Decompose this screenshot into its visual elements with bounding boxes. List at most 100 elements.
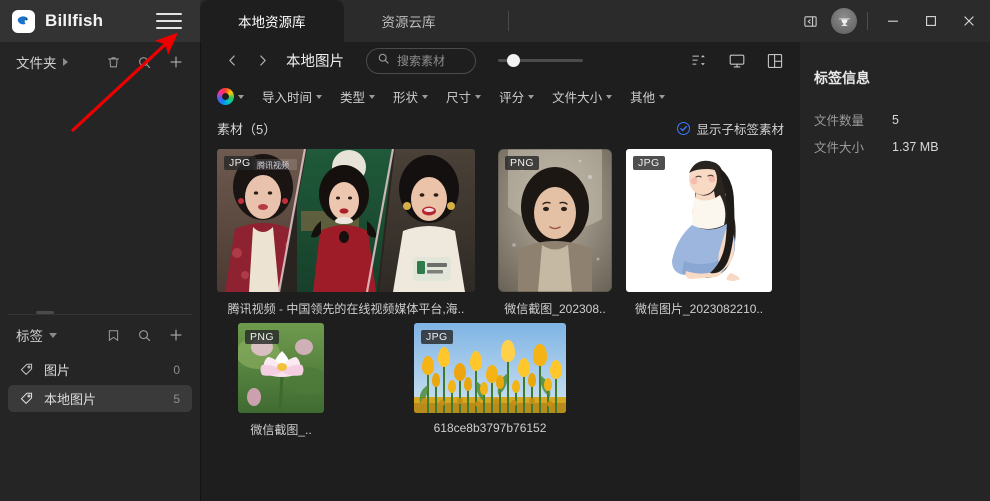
info-panel-title: 标签信息 <box>814 70 870 86</box>
search-icon[interactable] <box>136 327 153 344</box>
tag-icon <box>18 390 35 407</box>
asset-caption: 微信截图_202308.. <box>504 302 606 316</box>
title-bar: Billfish 本地资源库 资源云库 <box>0 0 990 42</box>
chevron-left-icon[interactable] <box>217 47 247 75</box>
asset-thumbnail[interactable]: PNG <box>498 149 612 292</box>
asset-thumbnail[interactable]: JPG <box>217 149 475 292</box>
plus-icon[interactable] <box>167 54 184 71</box>
maximize-button[interactable] <box>912 0 950 42</box>
tab-cloud-library[interactable]: 资源云库 <box>344 0 474 42</box>
display-mode-icon[interactable] <box>726 50 748 72</box>
asset-item[interactable]: JPG <box>361 323 619 438</box>
tags-title: 标签 <box>16 329 43 344</box>
filter-label: 文件大小 <box>552 90 603 105</box>
asset-caption: 618ce8b3797b76152 <box>433 421 547 435</box>
search-box[interactable] <box>366 47 476 74</box>
close-button[interactable] <box>950 0 988 42</box>
asset-thumbnail[interactable]: JPG <box>626 149 772 292</box>
minimize-button[interactable] <box>874 0 912 42</box>
thumbnail-image <box>626 149 772 292</box>
search-input[interactable] <box>397 53 465 68</box>
sidebar-tag-local-pictures[interactable]: 本地图片 5 <box>8 385 192 412</box>
show-subtag-assets-toggle[interactable]: 显示子标签素材 <box>677 119 784 138</box>
main-toolbar: 本地图片 <box>201 42 800 79</box>
tab-bar: 本地资源库 资源云库 <box>200 0 513 42</box>
asset-count-bar: 素材（5） 显示子标签素材 <box>201 113 800 143</box>
caret-down-icon[interactable] <box>49 332 57 338</box>
format-badge: PNG <box>245 330 279 344</box>
folder-tree[interactable] <box>0 82 200 314</box>
tag-count: 5 <box>173 391 180 406</box>
tag-count: 0 <box>173 362 180 377</box>
info-value: 5 <box>892 112 899 127</box>
trash-icon[interactable] <box>105 54 122 71</box>
filter-label: 评分 <box>499 90 525 105</box>
sidebar-divider <box>8 311 192 315</box>
thumbnail-image <box>498 149 612 292</box>
asset-item[interactable]: PNG <box>217 323 345 438</box>
filter-label: 导入时间 <box>262 90 313 105</box>
breadcrumb: 本地图片 <box>286 54 344 70</box>
filter-file-size[interactable]: 文件大小 <box>543 84 621 108</box>
slider-knob[interactable] <box>507 54 520 67</box>
svg-text:腾讯视频: 腾讯视频 <box>257 160 289 170</box>
hamburger-menu-icon[interactable] <box>156 8 182 34</box>
thumbnail-image: 腾讯视频 <box>217 149 475 292</box>
asset-grid-row: JPG 腾讯视频 腾讯视频 - 中国领先的在线视频媒体平台,海.. PNG 微信… <box>217 149 784 317</box>
asset-thumbnail[interactable]: PNG <box>238 323 324 413</box>
filter-other[interactable]: 其他 <box>621 84 674 108</box>
tag-icon <box>18 361 35 378</box>
plus-icon[interactable] <box>167 327 184 344</box>
bookmark-icon[interactable] <box>105 327 122 344</box>
chevron-down-icon <box>316 95 323 99</box>
grid-layout-icon[interactable] <box>764 50 786 72</box>
sidebar: 文件夹 标签 图片 0 本地图片 5 <box>0 42 200 501</box>
sidebar-tag-pictures[interactable]: 图片 0 <box>8 356 192 383</box>
chevron-down-icon <box>238 95 244 99</box>
format-badge: JPG <box>224 156 256 170</box>
info-key: 文件大小 <box>814 141 865 155</box>
filter-color[interactable] <box>217 84 253 108</box>
asset-caption: 腾讯视频 - 中国领先的在线视频媒体平台,海.. <box>227 302 465 316</box>
asset-item[interactable]: PNG <box>491 149 619 317</box>
search-icon[interactable] <box>136 54 153 71</box>
toggle-right-panel-icon[interactable] <box>793 0 827 42</box>
folders-title: 文件夹 <box>16 56 57 71</box>
asset-thumbnail[interactable]: JPG <box>414 323 566 413</box>
filter-size[interactable]: 尺寸 <box>437 84 490 108</box>
chevron-down-icon <box>369 95 376 99</box>
chevron-right-icon[interactable] <box>247 47 277 75</box>
filter-label: 尺寸 <box>446 90 472 105</box>
tab-local-library[interactable]: 本地资源库 <box>200 0 344 42</box>
chevron-down-icon <box>606 95 613 99</box>
tags-panel: 标签 图片 0 本地图片 5 <box>0 315 200 501</box>
toolbar-right-icons <box>688 50 786 72</box>
sort-icon[interactable] <box>688 50 710 72</box>
asset-item[interactable]: JPG <box>217 149 475 317</box>
folders-section-header: 文件夹 <box>0 42 200 82</box>
asset-count-label: 素材（5） <box>217 121 277 137</box>
window-controls-separator <box>867 12 868 30</box>
filter-import-time[interactable]: 导入时间 <box>253 84 331 108</box>
tab-separator <box>507 11 509 31</box>
tag-label: 本地图片 <box>44 392 97 407</box>
filter-label: 其他 <box>630 90 656 105</box>
format-badge: JPG <box>633 156 665 170</box>
filter-rating[interactable]: 评分 <box>490 84 543 108</box>
sidebar-resize-handle[interactable] <box>36 311 54 314</box>
caret-right-icon[interactable] <box>62 58 68 66</box>
filter-label: 形状 <box>393 90 419 105</box>
show-subtag-assets-label: 显示子标签素材 <box>696 122 784 137</box>
thumbnail-size-slider[interactable] <box>498 48 583 74</box>
format-badge: JPG <box>421 330 453 344</box>
info-value: 1.37 MB <box>892 139 939 154</box>
chevron-down-icon <box>659 95 666 99</box>
user-avatar-icon[interactable] <box>831 8 857 34</box>
asset-item[interactable]: JPG <box>626 149 772 317</box>
brand-area: Billfish <box>0 0 200 42</box>
tags-section-header: 标签 <box>0 315 200 355</box>
filter-shape[interactable]: 形状 <box>384 84 437 108</box>
filter-type[interactable]: 类型 <box>331 84 384 108</box>
billfish-logo-icon <box>12 9 35 33</box>
app-body: 文件夹 标签 图片 0 本地图片 5 本地图片 搜索素材 导入时间 类型 形状 … <box>0 42 990 501</box>
